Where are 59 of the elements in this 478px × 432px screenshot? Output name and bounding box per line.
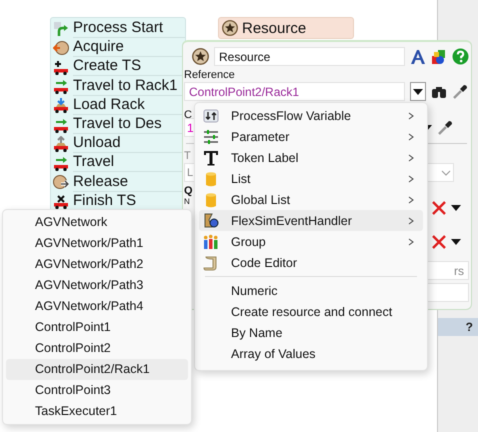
menu-item[interactable]: Token Label	[199, 147, 423, 168]
eyedropper-icon[interactable]	[452, 84, 468, 100]
menu-item[interactable]: ControlPoint3	[6, 380, 188, 401]
menu-item[interactable]: AGVNetwork/Path2	[6, 254, 188, 275]
field-label: Q	[184, 185, 193, 198]
activity-item[interactable]: Process Start	[73, 19, 185, 38]
resource-block[interactable]: Resource	[218, 17, 354, 39]
help-button[interactable]: ?	[438, 318, 478, 336]
menu-item[interactable]: By Name	[199, 322, 423, 343]
caret-icon	[451, 239, 461, 245]
menu-item[interactable]: FlexSimEventHandler	[199, 210, 423, 231]
chevron-icon	[441, 170, 451, 176]
menu-item[interactable]: AGVNetwork/Path4	[6, 296, 188, 317]
delete-icon[interactable]	[432, 201, 446, 215]
field-label: T	[184, 150, 191, 163]
delete-icon[interactable]	[432, 235, 446, 249]
font-icon[interactable]	[410, 48, 426, 64]
menu-item[interactable]: ControlPoint2	[6, 338, 188, 359]
menu-item[interactable]: List	[199, 168, 423, 189]
menu-item[interactable]: ControlPoint1	[6, 317, 188, 338]
cart-cross-icon	[53, 193, 69, 210]
menu-item[interactable]: Group	[199, 231, 423, 252]
curved-arrow-icon	[53, 20, 69, 37]
caret-icon	[413, 88, 423, 94]
eyedropper-icon[interactable]	[437, 120, 453, 136]
reference-field[interactable]: ControlPoint2/Rack1	[184, 82, 405, 101]
sliders-icon	[203, 128, 219, 144]
cart-arrow-icon	[53, 116, 69, 133]
field-label: N	[184, 198, 190, 206]
help-icon[interactable]	[452, 48, 469, 65]
menu-item[interactable]: Global List	[199, 189, 423, 210]
cart-arrow-icon	[53, 78, 69, 94]
menu-item[interactable]: AGVNetwork	[6, 212, 188, 233]
menu-item[interactable]: ControlPoint2/Rack1	[6, 359, 188, 380]
menu-item[interactable]: AGVNetwork/Path3	[6, 275, 188, 296]
menu-item[interactable]: Create resource and connect	[199, 301, 423, 322]
cylinder-icon	[203, 170, 219, 186]
shapes-icon	[203, 212, 219, 228]
reference-label: Reference	[184, 69, 235, 82]
menu-item[interactable]: Array of Values	[199, 343, 423, 364]
menu-item[interactable]: TaskExecuter1	[6, 401, 188, 422]
field-label: C	[184, 109, 192, 122]
loaded-cart-icon	[53, 97, 69, 114]
color-icon[interactable]	[431, 48, 447, 64]
figures-icon	[203, 234, 219, 250]
caret-icon	[451, 205, 461, 211]
cart-arrow-icon	[53, 154, 69, 171]
menu-item[interactable]: Parameter	[199, 126, 423, 147]
cart-plus-icon	[53, 58, 69, 75]
menu-item[interactable]: Numeric	[199, 280, 423, 301]
block-label: Resource	[242, 20, 306, 36]
menu-item[interactable]: AGVNetwork/Path1	[6, 233, 188, 254]
text-icon	[203, 150, 219, 166]
cart-unload-icon	[53, 136, 69, 152]
bracket-arrows-icon	[203, 108, 219, 124]
name-field[interactable]: Resource	[214, 47, 405, 66]
dropdown-button[interactable]	[410, 82, 426, 101]
menu-item[interactable]: ProcessFlow Variable	[199, 105, 423, 126]
cylinder-icon	[203, 192, 219, 208]
